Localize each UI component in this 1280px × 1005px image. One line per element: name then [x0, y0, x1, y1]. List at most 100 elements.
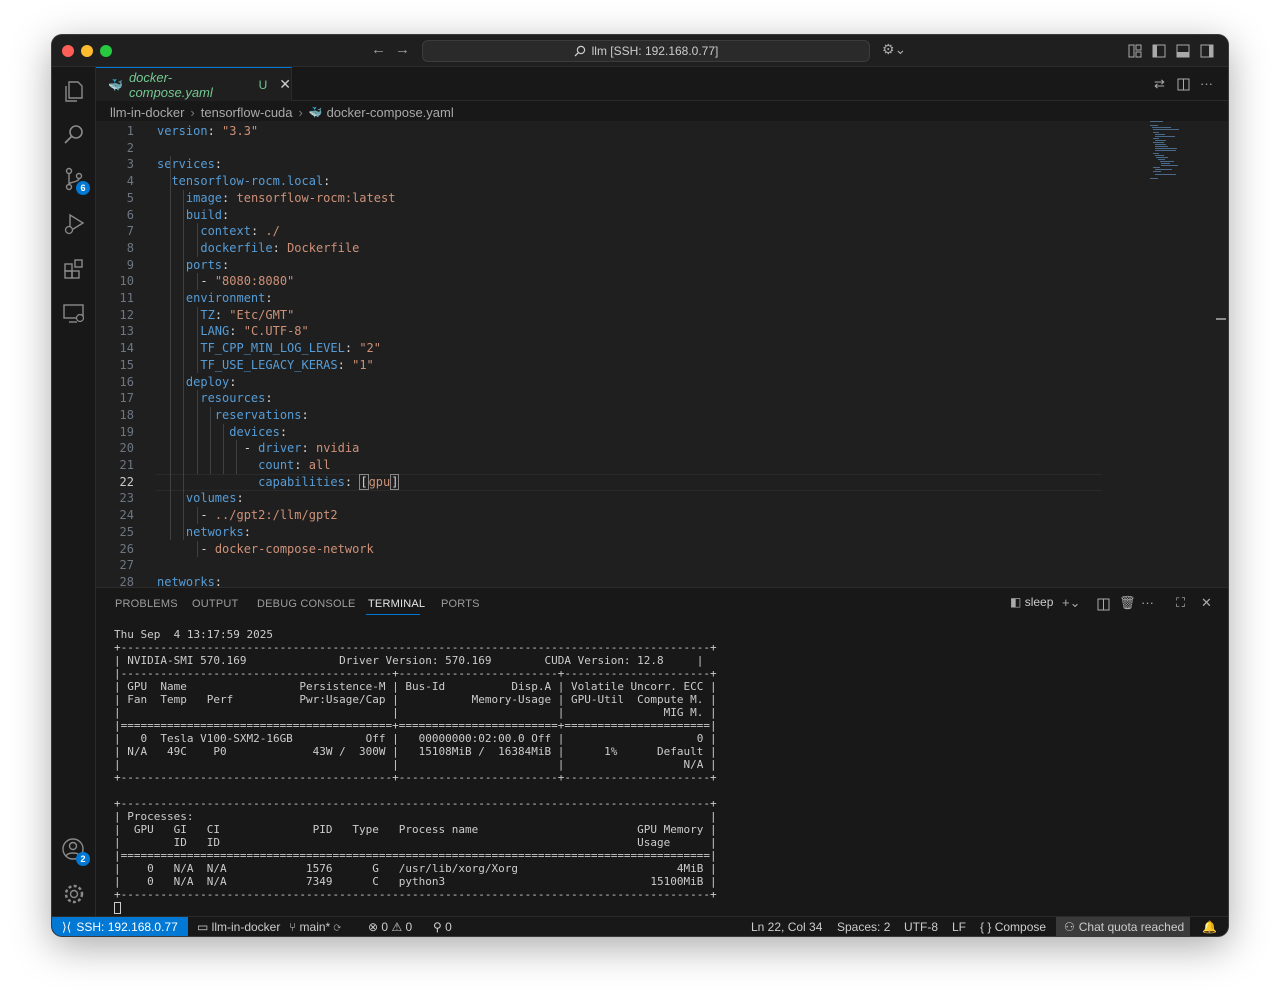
- toggle-panel-icon[interactable]: [1176, 44, 1190, 58]
- code-line[interactable]: 21 count: all: [96, 457, 1228, 474]
- code-line[interactable]: 22 capabilities: [gpu]: [96, 473, 1228, 491]
- extensions-icon[interactable]: [60, 255, 88, 283]
- tab-problems[interactable]: PROBLEMS: [115, 598, 178, 610]
- code-line[interactable]: 7 context: ./: [96, 223, 1228, 240]
- toggle-secondary-sidebar-icon[interactable]: [1200, 44, 1214, 58]
- code-line[interactable]: 6 build:: [96, 207, 1228, 224]
- split-terminal-icon[interactable]: [1097, 598, 1110, 611]
- end-of-line[interactable]: LF: [952, 920, 966, 934]
- code-line[interactable]: 17 resources:: [96, 390, 1228, 407]
- more-actions-icon[interactable]: ···: [1141, 595, 1154, 610]
- toggle-sidebar-icon[interactable]: [1152, 44, 1166, 58]
- code-line[interactable]: 10 - "8080:8080": [96, 273, 1228, 290]
- code-line[interactable]: 18 reservations:: [96, 407, 1228, 424]
- forward-arrow-icon[interactable]: →: [395, 41, 410, 58]
- code-line[interactable]: 27: [96, 557, 1228, 574]
- settings-gear-icon[interactable]: [60, 880, 88, 908]
- breadcrumb: llm-in-docker › tensorflow-cuda › 🐳 dock…: [110, 103, 454, 121]
- notifications-bell-icon[interactable]: 🔔: [1202, 920, 1217, 934]
- indent-guide: [236, 440, 238, 474]
- code-editor[interactable]: 1 version: "3.3" 2 3 services: 4 tensorflow-r…: [96, 121, 1228, 587]
- code-line[interactable]: 5 image: tensorflow-rocm:latest: [96, 190, 1228, 207]
- code-line[interactable]: 13 LANG: "C.UTF-8": [96, 323, 1228, 340]
- line-number: 1: [126, 124, 134, 138]
- code-line[interactable]: 14 TF_CPP_MIN_LOG_LEVEL: "2": [96, 340, 1228, 357]
- code-line[interactable]: 28 networks:: [96, 574, 1228, 587]
- code-line[interactable]: 2: [96, 140, 1228, 157]
- code-text: - docker-compose-network: [200, 541, 374, 556]
- folder-indicator[interactable]: ▭ llm-in-docker: [197, 920, 280, 934]
- run-debug-icon[interactable]: [60, 210, 88, 238]
- code-line[interactable]: 20 - driver: nvidia: [96, 440, 1228, 457]
- more-actions-icon[interactable]: ···: [1200, 76, 1213, 91]
- close-tab-icon[interactable]: ✕: [279, 76, 291, 93]
- customize-layout-icon[interactable]: [1128, 44, 1142, 58]
- code-line[interactable]: 4 tensorflow-rocm.local:: [96, 173, 1228, 190]
- terminal-line: +---------------------------------------…: [114, 888, 717, 901]
- maximize-panel-icon[interactable]: ⛶: [1176, 595, 1185, 611]
- breadcrumb-folder-2[interactable]: tensorflow-cuda: [201, 105, 293, 120]
- line-number: 20: [119, 441, 134, 456]
- code-line[interactable]: 11 environment:: [96, 290, 1228, 307]
- split-editor-icon[interactable]: [1177, 78, 1190, 91]
- new-terminal-icon[interactable]: +⌄: [1062, 595, 1080, 611]
- remote-explorer-icon[interactable]: [60, 299, 88, 327]
- terminal-instance[interactable]: ◧ sleep: [1010, 595, 1053, 609]
- line-number: 14: [119, 341, 134, 356]
- cursor-position[interactable]: Ln 22, Col 34: [751, 920, 822, 934]
- code-line[interactable]: 8 dockerfile: Dockerfile: [96, 240, 1228, 257]
- encoding[interactable]: UTF-8: [904, 920, 938, 934]
- close-window-button[interactable]: [62, 45, 74, 57]
- zoom-window-button[interactable]: [100, 45, 112, 57]
- code-text: reservations:: [214, 407, 309, 422]
- chat-quota-indicator[interactable]: ⚇ Chat quota reached: [1056, 917, 1190, 936]
- line-number: 23: [119, 491, 134, 506]
- code-line[interactable]: 1 version: "3.3": [96, 123, 1228, 140]
- line-number: 17: [119, 391, 134, 406]
- code-line[interactable]: 9 ports:: [96, 257, 1228, 274]
- search-icon[interactable]: [60, 121, 88, 149]
- code-line[interactable]: 15 TF_USE_LEGACY_KERAS: "1": [96, 357, 1228, 374]
- command-center-search[interactable]: llm [SSH: 192.168.0.77]: [422, 40, 870, 62]
- indent-guide: [183, 189, 185, 541]
- code-line[interactable]: 12 TZ: "Etc/GMT": [96, 307, 1228, 324]
- terminal-icon: ◧: [1010, 595, 1022, 609]
- source-control-icon[interactable]: 6: [60, 165, 90, 195]
- scm-badge: 6: [76, 181, 90, 195]
- chevron-right-icon: ›: [190, 104, 195, 120]
- trash-icon[interactable]: 🗑: [1119, 595, 1136, 611]
- code-line[interactable]: 23 volumes:: [96, 490, 1228, 507]
- line-number: 26: [119, 541, 134, 556]
- tab-output[interactable]: OUTPUT: [192, 598, 238, 610]
- ports-indicator[interactable]: ⚲ 0: [433, 920, 452, 934]
- indentation[interactable]: Spaces: 2: [837, 920, 890, 934]
- terminal-output[interactable]: Thu Sep 4 13:17:59 2025 +----------------…: [114, 628, 717, 914]
- accounts-icon[interactable]: 2: [60, 836, 90, 866]
- terminal-line: | | | N/A |: [114, 758, 717, 771]
- code-line[interactable]: 3 services:: [96, 156, 1228, 173]
- code-text: version: "3.3": [157, 124, 259, 138]
- code-line[interactable]: 26 - docker-compose-network: [96, 541, 1228, 558]
- breadcrumb-folder-1[interactable]: llm-in-docker: [110, 105, 184, 120]
- tab-docker-compose[interactable]: 🐳 docker-compose.yaml U ✕: [96, 67, 292, 101]
- indent-guide: [170, 156, 172, 541]
- code-line[interactable]: 16 deploy:: [96, 374, 1228, 391]
- code-line[interactable]: 19 devices:: [96, 424, 1228, 441]
- tab-debug-console[interactable]: DEBUG CONSOLE: [257, 598, 356, 610]
- remote-indicator[interactable]: ⟩⟨ SSH: 192.168.0.77: [52, 917, 188, 936]
- terminal-line: +---------------------------------------…: [114, 797, 717, 810]
- branch-indicator[interactable]: ⑂ main* ⟳: [289, 920, 341, 934]
- minimize-window-button[interactable]: [81, 45, 93, 57]
- problems-indicator[interactable]: ⊗ 0 ⚠ 0: [368, 920, 412, 934]
- tab-terminal[interactable]: TERMINAL: [368, 598, 425, 610]
- breadcrumb-file[interactable]: docker-compose.yaml: [327, 105, 454, 120]
- explorer-icon[interactable]: [60, 77, 88, 105]
- code-line[interactable]: 25 networks:: [96, 524, 1228, 541]
- copilot-icon[interactable]: ⚙⌄: [882, 41, 906, 58]
- close-panel-icon[interactable]: ✕: [1201, 595, 1212, 611]
- language-mode[interactable]: { } Compose: [980, 920, 1046, 934]
- open-changes-icon[interactable]: ⇄: [1154, 76, 1165, 92]
- back-arrow-icon[interactable]: ←: [371, 41, 386, 58]
- tab-ports[interactable]: PORTS: [441, 598, 480, 610]
- code-line[interactable]: 24 - ../gpt2:/llm/gpt2: [96, 507, 1228, 524]
